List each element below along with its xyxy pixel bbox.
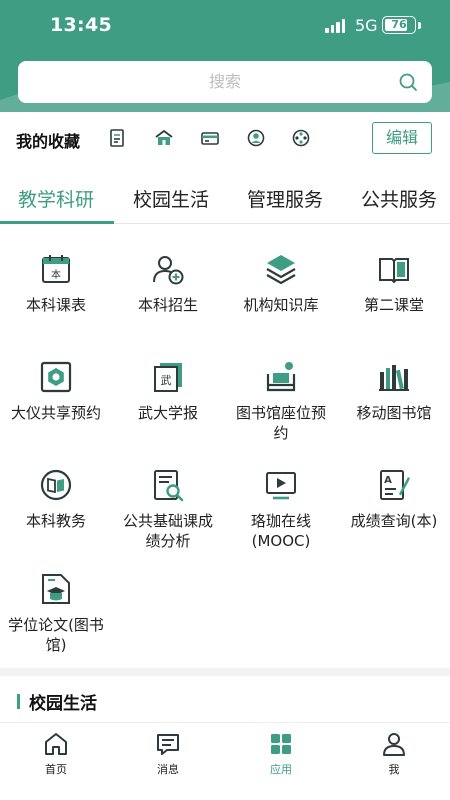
app-label: 大仪共享预约 [10, 404, 101, 422]
tabbar-messages[interactable]: 消息 [112, 731, 224, 777]
category-tabs: 教学科研 校园生活 管理服务 公共服务 [0, 172, 450, 224]
active-tab-indicator [0, 221, 114, 224]
report-search-icon [154, 470, 184, 502]
app-undergrad-academic-affairs[interactable]: 本科教务 [0, 468, 112, 531]
section-header: 校园生活 [0, 686, 450, 718]
tab-campus-life[interactable]: 校园生活 [133, 185, 209, 212]
tab-public-services[interactable]: 公共服务 [361, 185, 437, 212]
signal-icon [325, 19, 345, 33]
document-icon[interactable] [108, 128, 128, 148]
house-icon[interactable] [154, 128, 174, 148]
grade-pen-icon: A [380, 470, 410, 500]
app-thesis-library[interactable]: 学位论文(图书馆) [0, 572, 112, 655]
film-reel-icon[interactable] [291, 128, 311, 148]
app-label: 第二课堂 [363, 296, 424, 314]
battery-icon: 76 [382, 16, 416, 34]
tab-teaching-research[interactable]: 教学科研 [18, 185, 94, 212]
section-title: 校园生活 [29, 694, 97, 714]
card-icon[interactable] [200, 128, 220, 148]
sofa-icon [266, 362, 296, 392]
tabbar-label: 我 [388, 763, 400, 776]
app-grade-inquiry-undergrad[interactable]: A 成绩查询(本) [338, 468, 450, 531]
calendar-icon: 本 [42, 255, 70, 283]
tabbar-label: 消息 [157, 763, 179, 776]
favorites-row: 我的收藏 编辑 [0, 112, 450, 164]
tabbar-label: 首页 [45, 763, 67, 776]
graduate-doc-icon [42, 574, 70, 604]
app-undergrad-admission[interactable]: 本科招生 [112, 252, 224, 315]
app-whu-journal[interactable]: 武 武大学报 [112, 360, 224, 423]
app-label: 本科教务 [25, 512, 86, 530]
app-label: 本科招生 [137, 296, 198, 314]
app-label: 本科课表 [25, 296, 86, 314]
app-label: 机构知识库 [243, 296, 319, 314]
app-public-course-grade-analysis[interactable]: 公共基础课成绩分析 [112, 468, 224, 551]
add-person-icon [153, 256, 184, 285]
section-divider [0, 668, 450, 676]
video-play-icon [266, 472, 296, 500]
app-label: 公共基础课成绩分析 [122, 512, 213, 550]
search-bar[interactable]: 搜索 [18, 61, 432, 103]
app-instrument-sharing-booking[interactable]: 大仪共享预约 [0, 360, 112, 423]
open-book-icon [379, 258, 409, 284]
app-mobile-library[interactable]: 移动图书馆 [338, 360, 450, 423]
app-label: 图书馆座位预约 [235, 404, 326, 442]
home-icon [45, 733, 67, 755]
header: 13:45 5G 76 搜索 [0, 0, 450, 112]
app-label: 学位论文(图书馆) [8, 616, 104, 654]
app-label: 成绩查询(本) [350, 512, 438, 530]
status-time: 13:45 [50, 14, 112, 36]
message-icon [157, 734, 179, 755]
app-label: 移动图书馆 [356, 404, 432, 422]
book-circle-icon [40, 469, 72, 501]
tabbar-me[interactable]: 我 [338, 731, 450, 777]
app-second-classroom[interactable]: 第二课堂 [338, 252, 450, 315]
svg-text:本: 本 [51, 268, 61, 281]
edit-favorites-button[interactable]: 编辑 [372, 122, 432, 154]
tabbar-home[interactable]: 首页 [0, 731, 112, 777]
app-label: 武大学报 [137, 404, 198, 422]
search-icon[interactable] [398, 72, 418, 92]
bookshelf-icon [379, 365, 409, 391]
favorites-title: 我的收藏 [16, 132, 81, 151]
battery-tip [418, 22, 421, 29]
tabbar-label: 应用 [270, 763, 292, 776]
app-undergrad-timetable[interactable]: 本 本科课表 [0, 252, 112, 315]
status-bar: 13:45 5G 76 [0, 14, 450, 40]
badge-icon[interactable] [246, 128, 266, 148]
app-label: 珞珈在线(MOOC) [250, 512, 311, 550]
section-accent-bar [17, 694, 20, 709]
svg-text:A: A [384, 475, 392, 486]
search-placeholder: 搜索 [208, 72, 241, 91]
journal-icon: 武 [154, 363, 182, 392]
network-type: 5G [355, 16, 378, 35]
bottom-tab-bar: 首页 消息 应用 我 [0, 722, 450, 800]
app-library-seat-booking[interactable]: 图书馆座位预约 [225, 360, 337, 443]
app-luojia-online-mooc[interactable]: 珞珈在线(MOOC) [225, 468, 337, 551]
hex-nut-icon [40, 361, 72, 393]
tab-management-services[interactable]: 管理服务 [247, 185, 323, 212]
svg-text:武: 武 [161, 374, 172, 387]
tabbar-apps[interactable]: 应用 [225, 731, 337, 777]
layers-icon [266, 255, 296, 285]
user-icon [383, 733, 405, 756]
apps-grid-icon [271, 734, 291, 754]
battery-level: 76 [391, 18, 407, 31]
app-institutional-repository[interactable]: 机构知识库 [225, 252, 337, 315]
